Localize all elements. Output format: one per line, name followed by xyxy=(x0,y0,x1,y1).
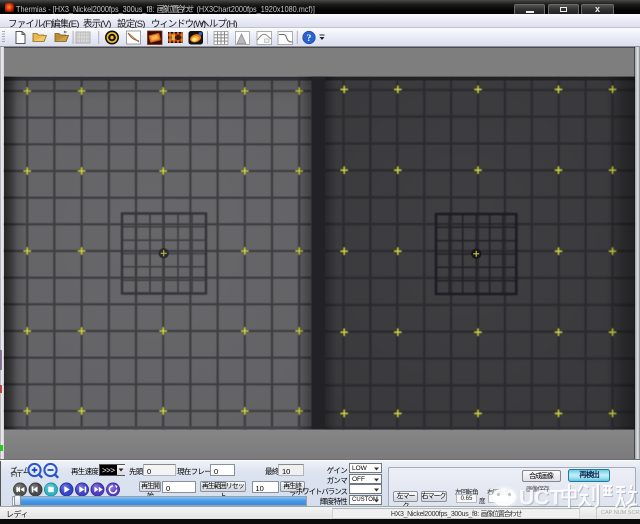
svg-text:UCT: UCT xyxy=(519,487,562,510)
